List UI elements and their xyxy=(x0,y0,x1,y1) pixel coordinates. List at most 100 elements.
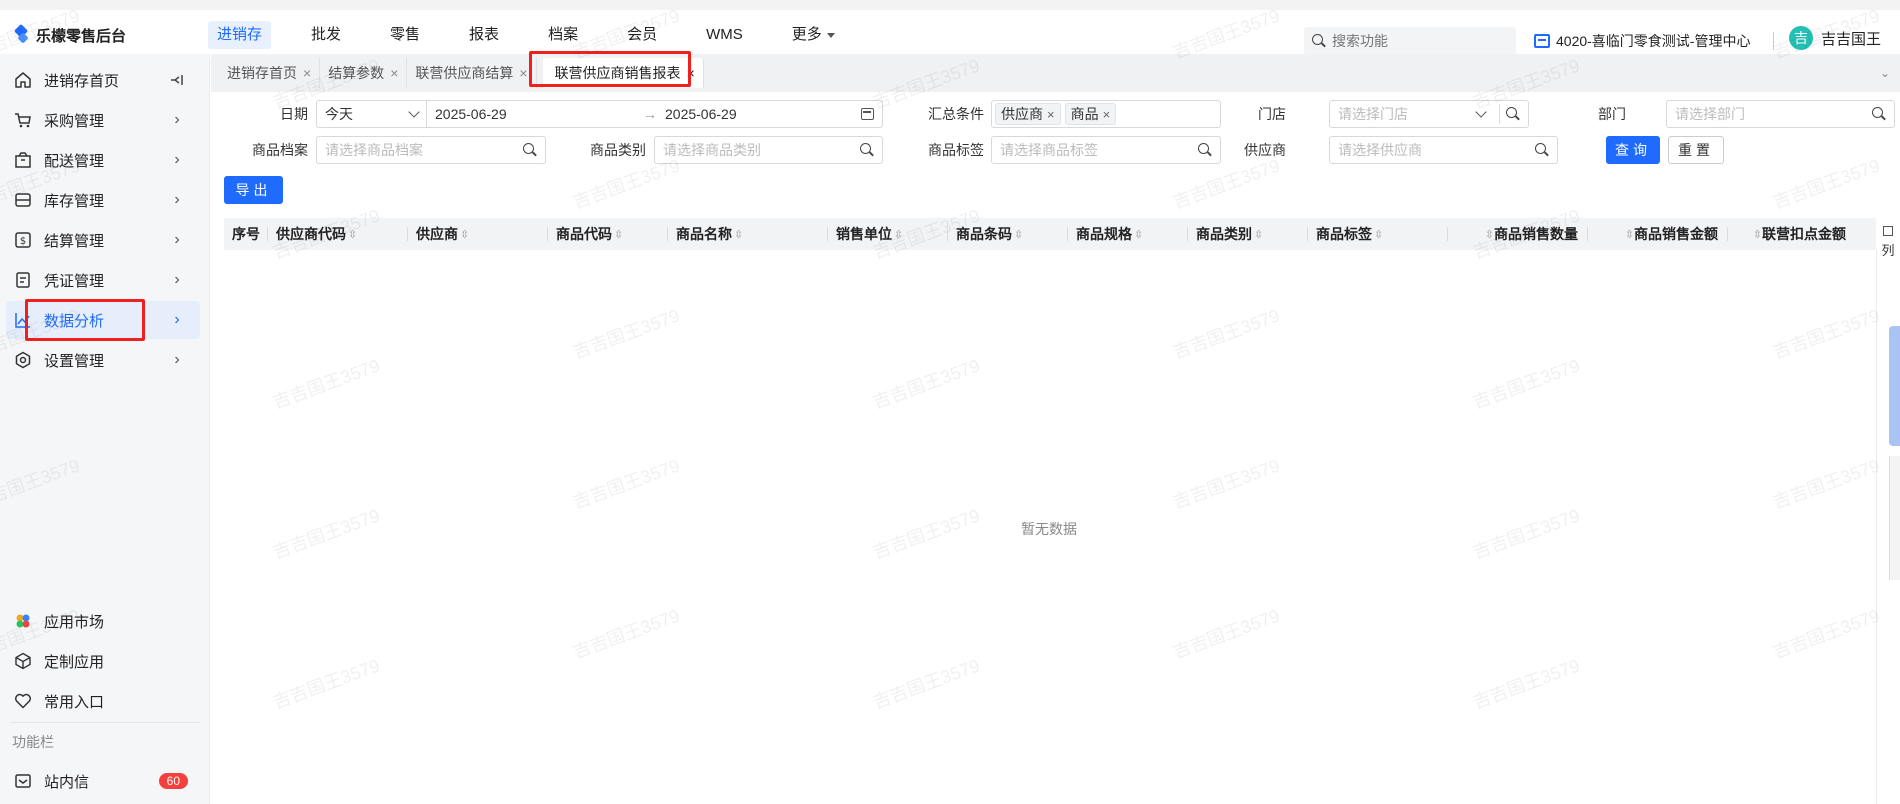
sidebar-item-label: 结算管理 xyxy=(44,232,105,250)
column-header[interactable]: ⇳ 商品销售数量 xyxy=(1448,218,1588,250)
column-header[interactable]: ⇳ 联营扣点金额 xyxy=(1728,218,1856,250)
close-icon[interactable]: × xyxy=(303,65,311,81)
close-icon[interactable]: × xyxy=(390,65,398,81)
sidebar: 进销存首页 采购管理 › 配送管理 › 库存管理 › $ 结算管理 › 凭证管理… xyxy=(0,54,210,804)
nav-item-more[interactable]: 更多 xyxy=(783,21,844,49)
column-header[interactable]: 供应商代码 ⇳ xyxy=(268,218,408,250)
column-label: 商品代码 xyxy=(556,226,612,242)
sidebar-item-label: 应用市场 xyxy=(44,613,105,631)
nav-item-jinxiaocun[interactable]: 进销存 xyxy=(208,21,272,49)
sort-icon[interactable]: ⇳ xyxy=(1753,228,1762,241)
side-drawer-handle[interactable] xyxy=(1889,326,1900,446)
nav-item-reports[interactable]: 报表 xyxy=(460,21,508,49)
nav-item-wholesale[interactable]: 批发 xyxy=(302,21,350,49)
sidebar-item-inbox[interactable]: 站内信 60 xyxy=(0,762,200,800)
sort-icon[interactable]: ⇳ xyxy=(1374,228,1383,241)
watermark-text: 吉吉国王3579 xyxy=(270,655,383,713)
sidebar-item-voucher[interactable]: 凭证管理 › xyxy=(0,261,200,299)
dept-select[interactable]: 请选择部门 xyxy=(1666,100,1895,128)
tag-label: 供应商 xyxy=(1001,106,1043,122)
column-label: 商品销售金额 xyxy=(1634,226,1718,242)
product-select[interactable]: 请选择商品档案 xyxy=(316,136,546,164)
tab-joint-supplier-sales-report[interactable]: 联营供应商销售报表 × xyxy=(542,58,704,88)
column-header[interactable]: 商品标签 ⇳ xyxy=(1308,218,1448,250)
column-header[interactable]: 供应商 ⇳ xyxy=(408,218,548,250)
sort-icon[interactable]: ⇳ xyxy=(460,228,469,241)
sidebar-item-inventory[interactable]: 库存管理 › xyxy=(0,181,200,219)
user-menu[interactable]: 吉 吉吉国王 xyxy=(1789,26,1881,50)
nav-item-wms[interactable]: WMS xyxy=(697,21,752,49)
sort-icon[interactable]: ⇳ xyxy=(348,228,357,241)
product-placeholder: 请选择商品档案 xyxy=(325,142,423,158)
logo-icon xyxy=(14,26,30,44)
app-logo[interactable]: 乐檬零售后台 xyxy=(14,20,126,50)
column-header[interactable]: 商品规格 ⇳ xyxy=(1068,218,1188,250)
column-label: 商品类别 xyxy=(1196,226,1252,242)
sidebar-item-label: 设置管理 xyxy=(44,352,105,370)
export-button[interactable]: 导出 xyxy=(224,176,283,204)
sidebar-item-purchase[interactable]: 采购管理 › xyxy=(0,101,200,139)
category-select[interactable]: 请选择商品类别 xyxy=(654,136,883,164)
sort-icon[interactable]: ⇳ xyxy=(894,228,903,241)
org-switcher[interactable]: 4020-喜临门零食测试-管理中心 xyxy=(1534,27,1750,55)
sort-icon[interactable]: ⇳ xyxy=(1485,228,1494,241)
search-icon[interactable] xyxy=(1198,143,1212,157)
side-panel-edge[interactable] xyxy=(1889,456,1900,580)
close-icon[interactable]: × xyxy=(687,65,695,81)
global-search[interactable] xyxy=(1304,27,1516,55)
column-header[interactable]: 销售单位 ⇳ xyxy=(828,218,948,250)
search-icon[interactable] xyxy=(523,143,537,157)
sort-icon[interactable]: ⇳ xyxy=(614,228,623,241)
collapse-sidebar-icon[interactable] xyxy=(170,73,184,87)
column-header[interactable]: 商品条码 ⇳ xyxy=(948,218,1068,250)
tab-joint-supplier-settlement[interactable]: 联营供应商结算 × xyxy=(407,58,537,88)
column-header[interactable]: ⇳ 商品销售金额 xyxy=(1588,218,1728,250)
sidebar-item-settlement[interactable]: $ 结算管理 › xyxy=(0,221,200,259)
sidebar-item-data-analysis[interactable]: 数据分析 › xyxy=(6,301,200,339)
sidebar-item-app-market[interactable]: 应用市场 xyxy=(0,602,200,640)
sort-icon[interactable]: ⇳ xyxy=(1014,228,1023,241)
column-header[interactable]: 商品名称 ⇳ xyxy=(668,218,828,250)
search-icon[interactable] xyxy=(860,143,874,157)
sort-icon[interactable]: ⇳ xyxy=(1134,228,1143,241)
sidebar-item-distribution[interactable]: 配送管理 › xyxy=(0,141,200,179)
supplier-select[interactable]: 请选择供应商 xyxy=(1329,136,1558,164)
reset-button[interactable]: 重置 xyxy=(1668,136,1724,164)
nav-item-retail[interactable]: 零售 xyxy=(381,21,429,49)
sidebar-item-settings[interactable]: 设置管理 › xyxy=(0,341,200,379)
watermark-text: 吉吉国王3579 xyxy=(1470,355,1583,413)
sort-icon[interactable]: ⇳ xyxy=(734,228,743,241)
summary-select[interactable]: 供应商 × 商品 × xyxy=(991,100,1221,128)
watermark-text: 吉吉国王3579 xyxy=(1470,505,1583,563)
store-select[interactable]: 请选择门店 xyxy=(1329,100,1529,128)
column-header[interactable]: 商品类别 ⇳ xyxy=(1188,218,1308,250)
chevron-down-icon[interactable]: ⌄ xyxy=(1880,66,1892,80)
nav-item-member[interactable]: 会员 xyxy=(618,21,666,49)
search-icon[interactable] xyxy=(1872,107,1886,121)
store-label: 门店 xyxy=(1258,106,1286,122)
date-range-picker[interactable]: 2025-06-29 → 2025-06-29 xyxy=(426,100,883,128)
sidebar-item-custom-app[interactable]: 定制应用 xyxy=(0,642,200,680)
column-settings-button[interactable]: 列 xyxy=(1876,218,1900,268)
tab-settlement-params[interactable]: 结算参数 × xyxy=(320,58,408,88)
close-icon[interactable]: × xyxy=(1047,107,1055,122)
sidebar-item-label: 常用入口 xyxy=(44,693,105,711)
category-label: 商品类别 xyxy=(590,142,646,158)
close-icon[interactable]: × xyxy=(1103,107,1111,122)
sort-icon[interactable]: ⇳ xyxy=(1254,228,1263,241)
search-icon[interactable] xyxy=(1535,143,1549,157)
date-end[interactable]: 2025-06-29 xyxy=(665,106,861,122)
nav-item-archive[interactable]: 档案 xyxy=(539,21,587,49)
sidebar-item-home[interactable]: 进销存首页 xyxy=(0,61,200,99)
date-start[interactable]: 2025-06-29 xyxy=(435,106,643,122)
search-input[interactable] xyxy=(1332,33,1502,49)
sort-icon[interactable]: ⇳ xyxy=(1625,228,1634,241)
close-icon[interactable]: × xyxy=(519,65,527,81)
search-icon[interactable] xyxy=(1506,107,1520,121)
date-preset-select[interactable]: 今天 xyxy=(316,100,427,128)
column-header[interactable]: 商品代码 ⇳ xyxy=(548,218,668,250)
sidebar-item-favorites[interactable]: 常用入口 xyxy=(0,682,200,720)
tab-home[interactable]: 进销存首页 × xyxy=(219,58,321,88)
query-button[interactable]: 查询 xyxy=(1606,136,1660,164)
tag-select[interactable]: 请选择商品标签 xyxy=(991,136,1221,164)
